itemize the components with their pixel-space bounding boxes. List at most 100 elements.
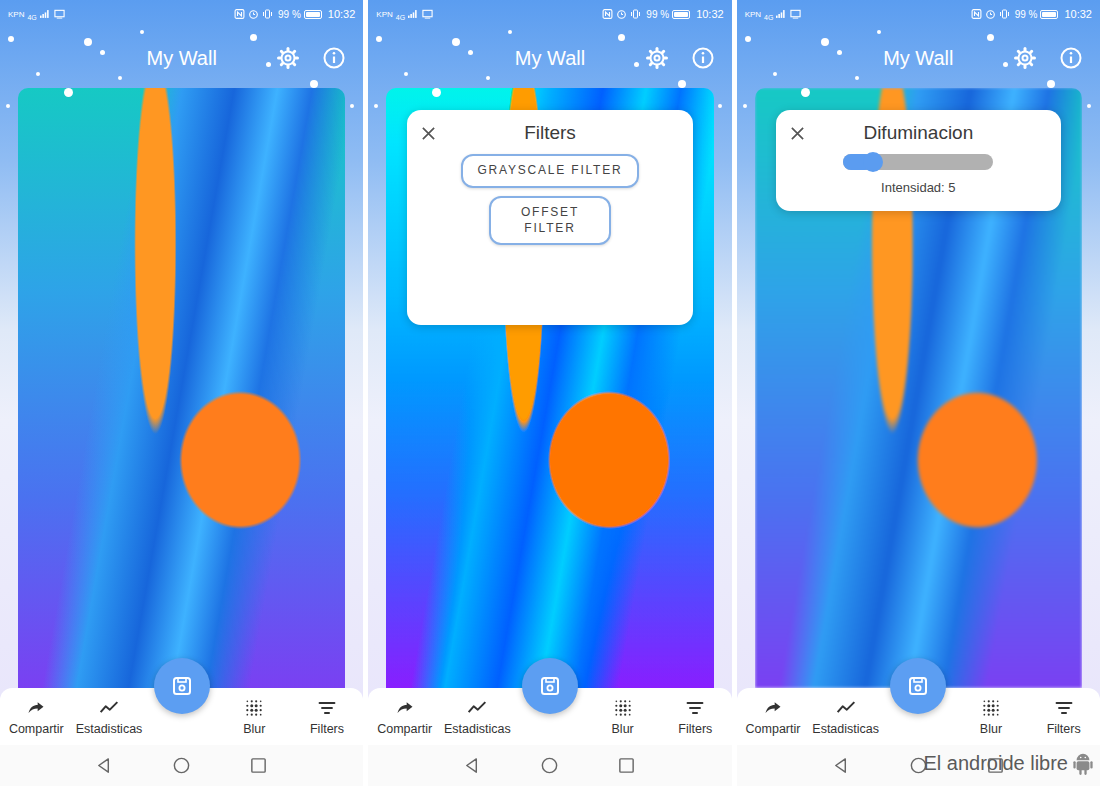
status-bar: KPN4G99 %10:32 <box>368 0 731 28</box>
share-icon <box>26 698 46 718</box>
snowflake <box>376 36 382 42</box>
nav-item[interactable]: Estadisticas <box>73 698 146 736</box>
slider-thumb[interactable] <box>863 152 883 172</box>
home-icon[interactable] <box>172 756 191 775</box>
status-bar: KPN4G99 %10:32 <box>737 0 1100 28</box>
nfc-icon <box>234 9 245 19</box>
wallpaper-preview <box>18 88 345 688</box>
gear-icon[interactable] <box>645 46 669 70</box>
nav-item[interactable]: Compartir <box>368 698 441 736</box>
filter-button[interactable]: GRAYSCALE FILTER <box>461 154 638 188</box>
close-icon[interactable] <box>790 126 805 141</box>
app-bar: My Wall <box>368 28 731 88</box>
snowflake <box>1087 104 1091 108</box>
carrier: KPN <box>376 10 392 19</box>
nav-item[interactable]: Compartir <box>737 698 810 736</box>
save-button[interactable] <box>154 658 210 714</box>
vibrate-icon <box>262 9 273 19</box>
snowflake <box>452 38 460 46</box>
snowflake <box>140 30 144 34</box>
nav-label: Blur <box>980 722 1002 736</box>
signal-icon <box>40 9 51 19</box>
vibrate-icon <box>630 9 641 19</box>
snowflake <box>8 36 14 42</box>
back-icon[interactable] <box>463 756 482 775</box>
snowflake <box>374 104 378 108</box>
snowflake <box>1047 80 1055 88</box>
snowflake <box>350 104 354 108</box>
info-icon[interactable] <box>691 46 715 70</box>
app-bar: My Wall <box>737 28 1100 88</box>
screen-icon <box>790 9 801 19</box>
watermark-text: El androide libre <box>923 752 1068 775</box>
filter-button[interactable]: OFFSET FILTER <box>489 196 611 245</box>
status-right: 99 % 10:32 <box>971 8 1092 20</box>
save-button[interactable] <box>522 658 578 714</box>
status-right: 99 %10:32 <box>234 8 355 20</box>
vibrate-icon <box>999 9 1010 19</box>
snowflake <box>745 36 751 42</box>
phone-screen: KPN4G99 %10:32My WallDifuminacionIntensi… <box>737 0 1100 786</box>
snowflake <box>618 34 625 41</box>
nav-item[interactable]: Estadisticas <box>809 698 882 736</box>
nav-item[interactable]: Blur <box>586 698 659 736</box>
system-nav-bar <box>368 745 731 786</box>
gear-icon[interactable] <box>1013 46 1037 70</box>
info-icon[interactable] <box>1059 46 1083 70</box>
snowflake <box>266 62 271 67</box>
snowflake <box>36 72 40 76</box>
snowflake <box>100 50 105 55</box>
recents-icon[interactable] <box>249 756 268 775</box>
battery-percent: 99 % <box>646 9 669 20</box>
nav-label: Estadisticas <box>444 722 511 736</box>
snowflake <box>987 34 994 41</box>
phone-screen: KPN4G99 %10:32My WallFiltersGRAYSCALE FI… <box>368 0 731 786</box>
snowflake <box>486 76 490 80</box>
info-icon[interactable] <box>322 46 346 70</box>
watermark: El androide libre <box>923 750 1094 776</box>
snowflake <box>468 50 473 55</box>
battery-percent: 99 % <box>1015 9 1038 20</box>
stats-icon <box>467 698 487 718</box>
snowflake <box>310 80 318 88</box>
nav-item[interactable]: Estadisticas <box>441 698 514 736</box>
stats-icon <box>99 698 119 718</box>
nav-item[interactable]: Compartir <box>0 698 73 736</box>
clock: 10:32 <box>696 8 724 20</box>
recents-icon[interactable] <box>617 756 636 775</box>
nav-item[interactable]: Filters <box>291 698 364 736</box>
network-type: 4G <box>27 14 36 21</box>
back-icon[interactable] <box>95 756 114 775</box>
dialog: DifuminacionIntensidad: 5 <box>776 110 1061 211</box>
snowflake <box>118 76 122 80</box>
nfc-icon <box>971 9 982 19</box>
gear-icon[interactable] <box>276 46 300 70</box>
nav-item[interactable]: Blur <box>955 698 1028 736</box>
app-actions <box>1013 46 1100 70</box>
app-title: My Wall <box>883 47 953 70</box>
stats-icon <box>836 698 856 718</box>
dialog-title: Difuminacion <box>814 122 1023 144</box>
filter-options: GRAYSCALE FILTER OFFSET FILTER <box>421 154 678 245</box>
blur-icon <box>981 698 1001 718</box>
snowflake <box>837 50 842 55</box>
screen-icon <box>54 9 65 19</box>
save-button[interactable] <box>890 658 946 714</box>
share-icon <box>763 698 783 718</box>
clock: 10:32 <box>1064 8 1092 20</box>
filter-icon <box>685 698 705 718</box>
close-icon[interactable] <box>421 126 436 141</box>
nav-item[interactable]: Filters <box>659 698 732 736</box>
back-icon[interactable] <box>832 756 851 775</box>
snowflake <box>743 104 747 108</box>
snowflake <box>84 38 92 46</box>
nav-item[interactable]: Blur <box>218 698 291 736</box>
battery-icon <box>304 10 322 19</box>
nav-item[interactable]: Filters <box>1027 698 1100 736</box>
phone-screen: KPN4G99 %10:32My WallCompartirEstadistic… <box>0 0 363 786</box>
home-icon[interactable] <box>540 756 559 775</box>
screen-icon <box>422 9 433 19</box>
slider-track[interactable] <box>843 154 993 170</box>
battery-icon <box>1040 10 1058 19</box>
battery-fill <box>306 12 320 17</box>
